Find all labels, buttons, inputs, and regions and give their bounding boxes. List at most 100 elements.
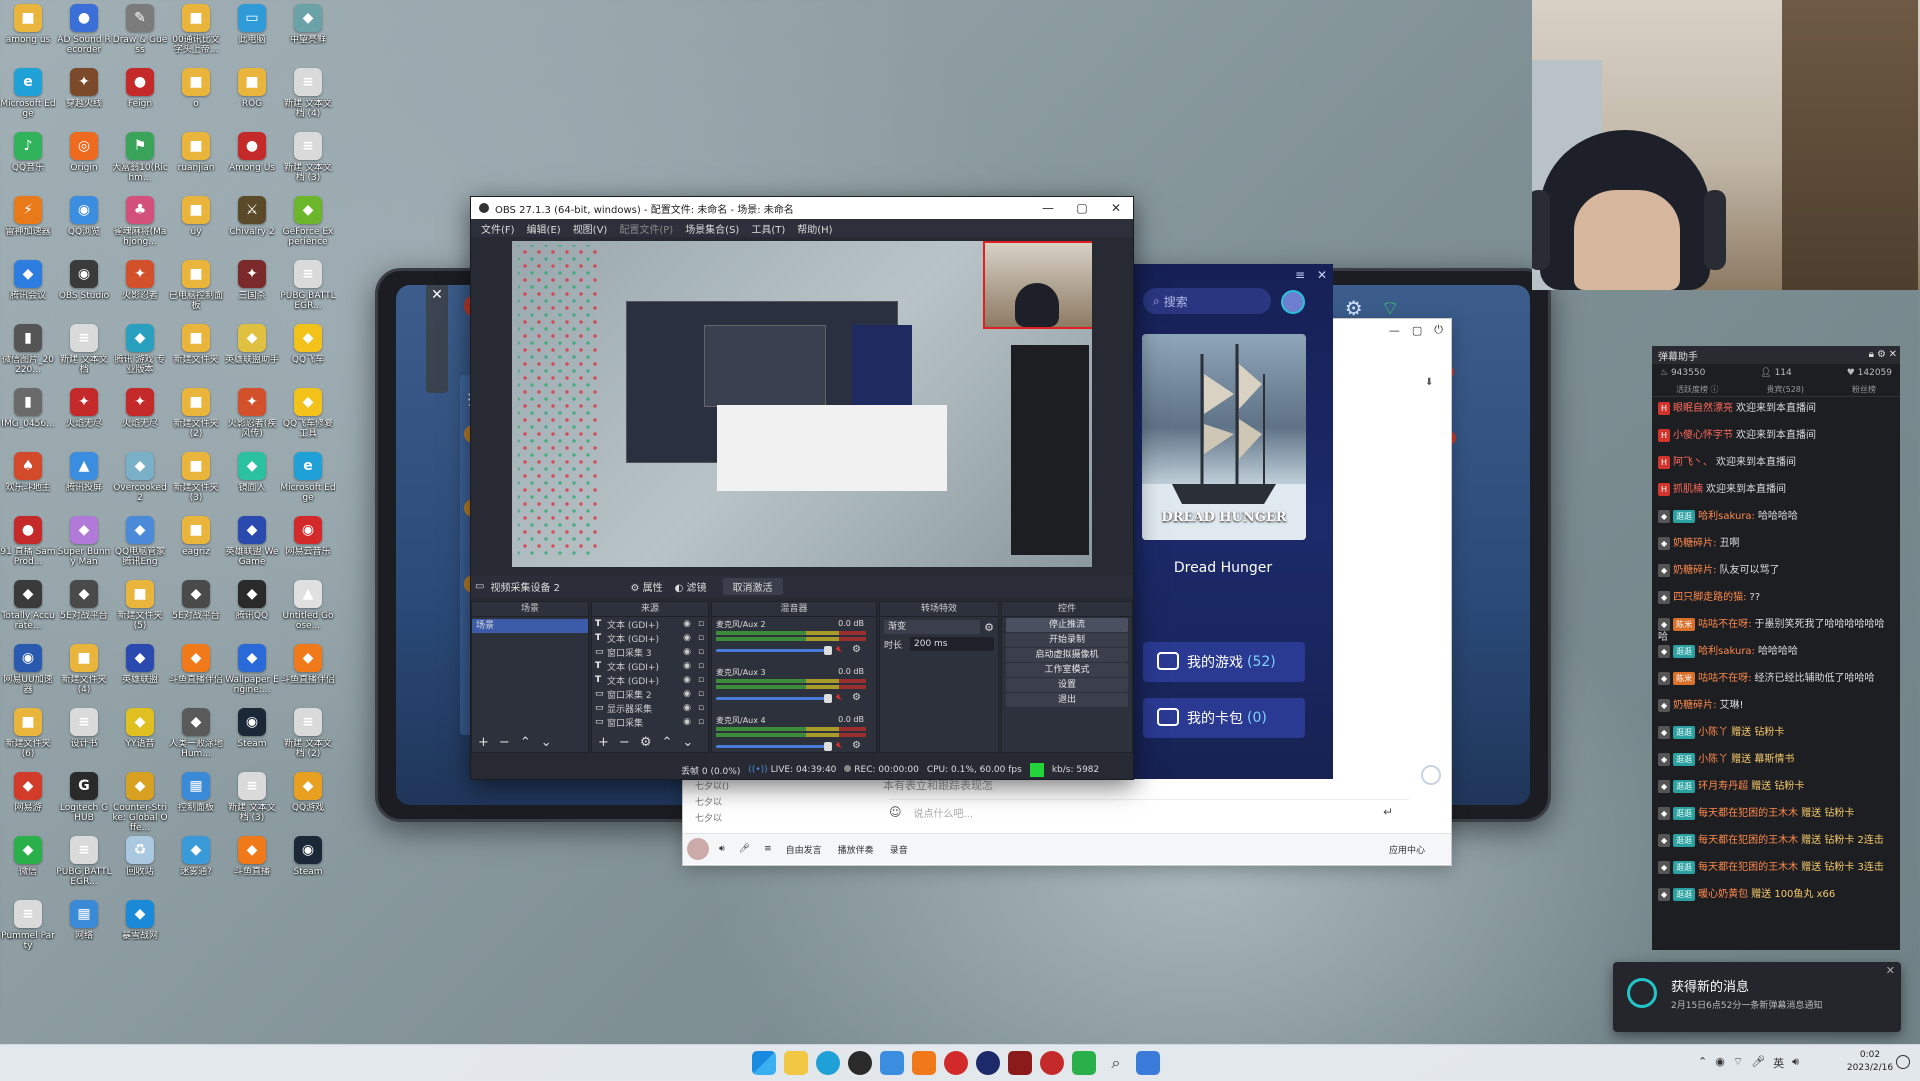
desktop-icon[interactable]: e Microsoft Edge [0, 66, 56, 126]
desktop-icon[interactable]: ◆ 5E对战平台 [168, 578, 224, 638]
clock[interactable]: 0:02 2023/2/16 [1840, 1049, 1900, 1075]
desktop-icon[interactable]: ● 91 直播 SamProd... [0, 514, 56, 574]
desktop-icon[interactable]: ◆ 暴雪战网 [112, 898, 168, 958]
move-down-icon[interactable]: ⌄ [682, 735, 693, 750]
exit-button[interactable]: 退出 [1006, 693, 1128, 707]
desktop-icon[interactable]: ◆ 英雄联盟助手 [224, 322, 280, 382]
desktop-icon[interactable]: ◉ 网易UU加速器 [0, 642, 56, 702]
desktop-icon[interactable]: ▲ 腾讯投屏 [56, 450, 112, 510]
douyu-icon[interactable] [912, 1051, 936, 1075]
slider-handle[interactable] [824, 646, 832, 655]
danmaku-username[interactable]: 小傻心怀字节 [1673, 430, 1733, 441]
danmaku-username[interactable]: 哈利sakura: [1698, 646, 1755, 657]
visibility-icon[interactable]: ◉ [680, 661, 694, 671]
volume-slider[interactable] [716, 742, 832, 751]
desktop-icon[interactable]: ✦ 穿越火线 [56, 66, 112, 126]
network-icon[interactable]: ⌔ [1733, 1055, 1743, 1071]
desktop-icon[interactable]: ✦ 火影忍者(疾风传) [224, 386, 280, 446]
lock-icon[interactable]: ▫ [694, 619, 708, 629]
filters-button[interactable]: ◐ 滤镜 [675, 579, 707, 594]
chevron-up-icon[interactable]: ⌃ [1698, 1055, 1707, 1071]
obs-menu-item[interactable]: 文件(F) [475, 221, 521, 236]
danmaku-username[interactable]: 暖心奶黄包 [1698, 889, 1748, 900]
desktop-icon[interactable]: ♠ 欢乐斗地主 [0, 450, 56, 510]
desktop-icon[interactable]: ◆ QQ飞车修复工具 [280, 386, 336, 446]
game-poster[interactable]: DREAD HUNGER [1142, 334, 1306, 540]
desktop-icon[interactable]: ◆ Wallpaper Engine:... [224, 642, 280, 702]
desktop-icon[interactable]: ⚔ Chivalry 2 [224, 194, 280, 254]
source-row[interactable]: T 文本 (GDI+) ◉ ▫ [592, 659, 708, 673]
desktop-icon[interactable]: ◆ 英雄联盟 WeGame [224, 514, 280, 574]
scroll-down-icon[interactable]: ⬇ [1425, 377, 1433, 388]
desktop-icon[interactable]: ▲ Untitled Goose... [280, 578, 336, 638]
gear-icon[interactable]: ⚙ [852, 740, 861, 751]
my-cards-button[interactable]: 我的卡包 (0) [1143, 698, 1305, 738]
close-icon[interactable]: ✕ [1099, 197, 1133, 219]
minimize-icon[interactable]: — [1031, 197, 1065, 219]
danmaku-username[interactable]: 抓肌楠 [1673, 484, 1703, 495]
desktop-icon[interactable]: ◎ Origin [56, 130, 112, 190]
channel-item[interactable]: 七夕以() [683, 779, 803, 795]
start-recording-button[interactable]: 开始录制 [1006, 633, 1128, 647]
danmaku-username[interactable]: 每天都在犯困的王木木 [1698, 862, 1798, 873]
danmaku-username[interactable]: 奶糖碎片: [1673, 538, 1716, 549]
desktop-icon[interactable]: ◆ Counter-Strike: Global Offe... [112, 770, 168, 833]
desktop-icon[interactable]: ▮ 微信图片_20220... [0, 322, 56, 382]
source-row[interactable]: ▭ 窗口采集 2 ◉ ▫ [592, 687, 708, 701]
danmaku-username[interactable]: 阿飞丶、 [1673, 457, 1713, 468]
desktop-icon[interactable]: ≡ 新建 文本文档 [56, 322, 112, 382]
desktop-icon[interactable]: ⚡ 雷神加速器 [0, 194, 56, 254]
danmaku-username[interactable]: 哈利sakura: [1698, 511, 1755, 522]
visibility-icon[interactable]: ◉ [680, 647, 694, 657]
lock-icon[interactable]: ▫ [694, 675, 708, 685]
desktop-icon[interactable]: ● Among Us [224, 130, 280, 190]
maximize-icon[interactable]: ▢ [1412, 324, 1422, 337]
muted-speaker-icon[interactable]: 🔇︎ [836, 644, 842, 655]
danmaku-username[interactable]: 咕咕不在呀: [1698, 673, 1751, 684]
desktop-icon[interactable]: ■ 新建文件夹 (4) [56, 642, 112, 702]
desktop-icon[interactable]: ◆ Overcooked 2 [112, 450, 168, 510]
desktop-icon[interactable]: ◆ QQ电脑管家 腾讯Eng [112, 514, 168, 574]
visibility-icon[interactable]: ◉ [680, 633, 694, 643]
app-icon[interactable] [1040, 1051, 1064, 1075]
equalizer-icon[interactable]: ≡ [764, 844, 772, 854]
desktop-icon[interactable]: ■ 新建文件夹 [168, 322, 224, 382]
desktop-icon[interactable]: ▦ 网络 [56, 898, 112, 958]
maximize-icon[interactable]: ▢ [1065, 197, 1099, 219]
desktop-icon[interactable]: ✦ 火焰无尽 [56, 386, 112, 446]
desktop-icon[interactable]: ◆ 斗鱼直播 [224, 834, 280, 894]
desktop-icon[interactable]: ◉ Steam [224, 706, 280, 766]
source-row[interactable]: ▭ 窗口采集 3 ◉ ▫ [592, 645, 708, 659]
notification-toast[interactable]: 获得新的消息 2月15日6点52分一条新弹幕消息通知 ✕ [1613, 962, 1901, 1032]
desktop-icon[interactable]: ■ 新建文件夹 (2) [168, 386, 224, 446]
desktop-icon[interactable]: ✦ 火焰无尽 [112, 386, 168, 446]
start-virtual-camera-button[interactable]: 启动虚拟摄像机 [1006, 648, 1128, 662]
danmaku-username[interactable]: 眼眠自然漂亮 [1673, 403, 1733, 414]
source-row[interactable]: T 文本 (GDI+) ◉ ▫ [592, 631, 708, 645]
desktop-icon[interactable]: ▭ 此电脑 [224, 2, 280, 62]
gear-icon[interactable]: ⚙ [1345, 296, 1363, 320]
desktop-icon[interactable]: ● AD Sound Recorder [56, 2, 112, 62]
avatar[interactable] [687, 838, 709, 860]
add-icon[interactable]: + [478, 735, 489, 750]
add-icon[interactable]: + [598, 735, 609, 750]
desktop-icon[interactable]: ● Feign [112, 66, 168, 126]
close-icon[interactable]: ✕ [1886, 964, 1895, 977]
avatar[interactable] [1281, 290, 1305, 314]
lock-icon[interactable]: ▫ [694, 633, 708, 643]
desktop-icon[interactable]: ♣ 雀魂麻将(Mahjong... [112, 194, 168, 254]
desktop-icon[interactable]: ◆ 迷雾通? [168, 834, 224, 894]
tablet-floating-toolbar[interactable]: ✕ [426, 285, 448, 393]
desktop-icon[interactable]: ≡ PUBG BATTLEGR... [280, 258, 336, 318]
desktop-icon[interactable]: ⚑ 大富翁10(Richm... [112, 130, 168, 190]
obs-menu-item[interactable]: 场景集合(S) [679, 221, 745, 236]
desktop-icon[interactable]: ◆ 斗鱼直播伴侣 [168, 642, 224, 702]
desktop-icon[interactable]: ◆ 网易游 [0, 770, 56, 830]
desktop-icon[interactable]: ■ 00通讯比文字头上帝... [168, 2, 224, 62]
mic-icon[interactable]: 🎤︎ [1751, 1055, 1765, 1071]
remove-icon[interactable]: − [619, 735, 630, 750]
slider-handle[interactable] [824, 694, 832, 703]
netease-music-icon[interactable] [944, 1051, 968, 1075]
source-row[interactable]: T 文本 (GDI+) ◉ ▫ [592, 673, 708, 687]
launcher-search-input[interactable]: ⌕ 搜索 [1143, 288, 1271, 314]
